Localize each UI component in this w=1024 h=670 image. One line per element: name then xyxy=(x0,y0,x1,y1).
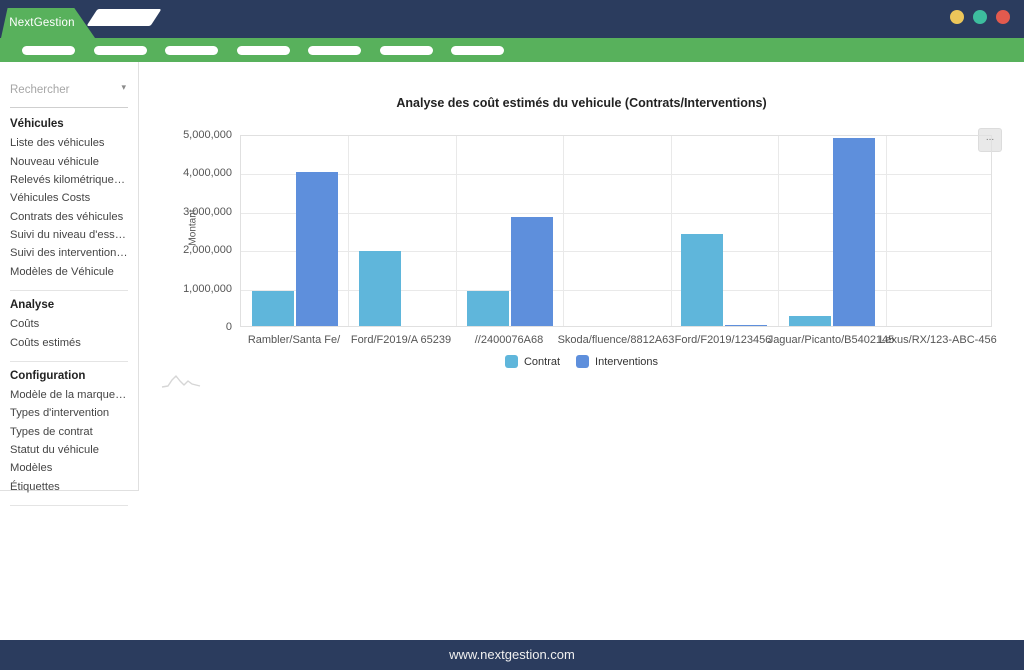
bar-interventions[interactable] xyxy=(511,217,553,326)
sidebar-item[interactable]: Coûts estimés xyxy=(10,333,128,351)
nav-pill[interactable] xyxy=(165,46,218,55)
gridline xyxy=(671,136,672,326)
nav-pill[interactable] xyxy=(22,46,75,55)
chart-plot xyxy=(240,135,992,327)
footer-url[interactable]: www.nextgestion.com xyxy=(449,647,575,662)
legend-item[interactable]: Contrat xyxy=(505,355,560,368)
sidebar-item[interactable]: Modèles xyxy=(10,459,128,477)
nav-pill[interactable] xyxy=(94,46,147,55)
bar-contrat[interactable] xyxy=(467,291,509,326)
sidebar-item[interactable]: Liste des véhicules xyxy=(10,134,128,152)
sidebar-section: Configuration Modèle de la marque du v...… xyxy=(10,370,128,496)
chart-title: Analyse des coût estimés du vehicule (Co… xyxy=(139,96,1024,110)
bar-contrat[interactable] xyxy=(681,234,723,326)
sparkline-icon xyxy=(161,371,201,391)
sidebar: ▾ Véhicules Liste des véhiculesNouveau vé… xyxy=(0,62,139,491)
dot-red-icon[interactable] xyxy=(996,10,1010,24)
window-controls xyxy=(950,10,1010,24)
divider xyxy=(10,505,128,506)
sidebar-item[interactable]: Types d'intervention xyxy=(10,404,128,422)
gridline xyxy=(563,136,564,326)
dot-teal-icon[interactable] xyxy=(973,10,987,24)
gridline xyxy=(456,136,457,326)
gridline xyxy=(778,136,779,326)
sidebar-menu: Véhicules Liste des véhiculesNouveau véhi… xyxy=(10,118,128,506)
sidebar-item[interactable]: Véhicules Costs xyxy=(10,189,128,207)
nav-pill[interactable] xyxy=(237,46,290,55)
sidebar-section: Véhicules Liste des véhiculesNouveau véhi… xyxy=(10,118,128,281)
brand-label: NextGestion xyxy=(9,17,74,29)
brand-logo[interactable]: NextGestion xyxy=(1,8,95,38)
y-tick-label: 4,000,000 xyxy=(152,167,232,179)
legend-label: Contrat xyxy=(524,356,560,368)
bar-contrat[interactable] xyxy=(359,251,401,326)
bar-contrat[interactable] xyxy=(252,291,294,326)
gridline xyxy=(348,136,349,326)
sidebar-item[interactable]: Modèles de Véhicule xyxy=(10,263,128,281)
y-tick-label: 3,000,000 xyxy=(152,206,232,218)
legend-item[interactable]: Interventions xyxy=(576,355,658,368)
search-input[interactable] xyxy=(10,84,110,96)
legend-swatch xyxy=(505,355,518,368)
main-content: Analyse des coût estimés du vehicule (Co… xyxy=(139,62,1024,640)
sidebar-item[interactable]: Modèle de la marque du v... xyxy=(10,386,128,404)
sidebar-section-title: Configuration xyxy=(10,370,128,382)
y-tick-label: 0 xyxy=(152,321,232,333)
sidebar-item[interactable]: Types de contrat xyxy=(10,423,128,441)
bar-interventions[interactable] xyxy=(725,325,767,326)
gridline xyxy=(241,174,991,175)
divider xyxy=(10,290,128,291)
footer-bar: www.nextgestion.com xyxy=(0,640,1024,670)
divider xyxy=(10,361,128,362)
sidebar-item[interactable]: Relevés kilométrique des ... xyxy=(10,171,128,189)
sidebar-item[interactable]: Contrats des véhicules xyxy=(10,208,128,226)
legend-swatch xyxy=(576,355,589,368)
gridline xyxy=(241,290,991,291)
sidebar-item[interactable]: Suivi des interventions su... xyxy=(10,244,128,262)
sidebar-section-title: Véhicules xyxy=(10,118,128,130)
gridline xyxy=(241,213,991,214)
legend-label: Interventions xyxy=(595,356,658,368)
nav-pill[interactable] xyxy=(308,46,361,55)
nav-bar xyxy=(0,38,1024,62)
nav-pill[interactable] xyxy=(451,46,504,55)
sidebar-item[interactable]: Étiquettes xyxy=(10,478,128,496)
bar-contrat[interactable] xyxy=(789,316,831,326)
x-tick-label: Lexus/RX/123-ABC-456 xyxy=(853,334,1023,346)
sidebar-section: Analyse CoûtsCoûts estimés xyxy=(10,299,128,352)
dot-yellow-icon[interactable] xyxy=(950,10,964,24)
gridline xyxy=(886,136,887,326)
bar-interventions[interactable] xyxy=(296,172,338,326)
gridline xyxy=(241,251,991,252)
titlebar: NextGestion xyxy=(0,0,1024,38)
sidebar-item[interactable]: Coûts xyxy=(10,315,128,333)
app-window: NextGestion ▾ Véhicules Liste des véhicul… xyxy=(0,0,1024,670)
bar-interventions[interactable] xyxy=(833,138,875,326)
sidebar-section-title: Analyse xyxy=(10,299,128,311)
sidebar-item[interactable]: Nouveau véhicule xyxy=(10,152,128,170)
y-tick-label: 2,000,000 xyxy=(152,244,232,256)
sidebar-item[interactable]: Suivi du niveau d'essence xyxy=(10,226,128,244)
chevron-down-icon[interactable]: ▾ xyxy=(121,82,126,93)
nav-pill[interactable] xyxy=(380,46,433,55)
chart-legend: Contrat Interventions xyxy=(139,355,1024,368)
y-tick-label: 1,000,000 xyxy=(152,283,232,295)
ghost-tab xyxy=(86,9,161,26)
sidebar-item[interactable]: Statut du véhicule xyxy=(10,441,128,459)
search-row: ▾ xyxy=(10,80,128,108)
y-tick-label: 5,000,000 xyxy=(152,129,232,141)
